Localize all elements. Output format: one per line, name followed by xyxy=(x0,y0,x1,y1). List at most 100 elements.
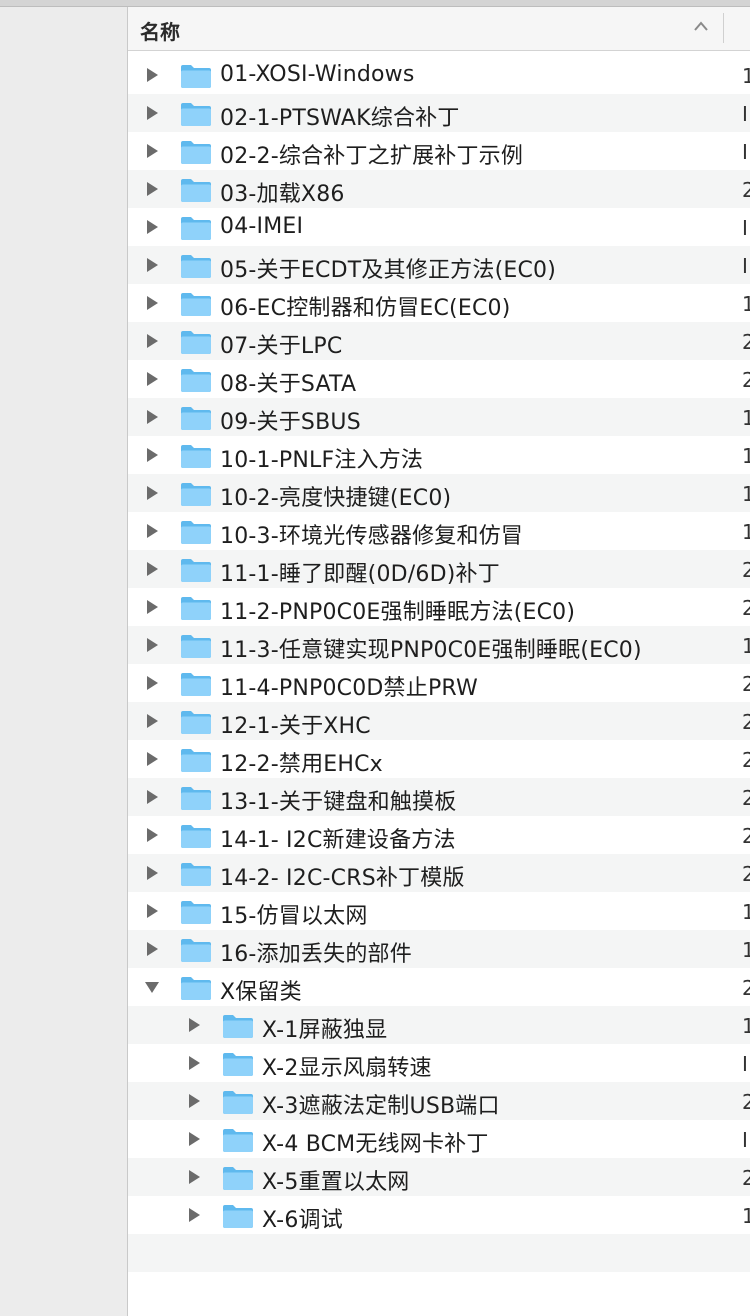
folder-row[interactable]: 10-2-亮度快捷键(EC0) 1 xyxy=(128,474,750,512)
folder-row[interactable]: 11-2-PNP0C0E强制睡眠方法(EC0) 2 xyxy=(128,588,750,626)
folder-row-child[interactable]: X-1屏蔽独显 1 xyxy=(128,1006,750,1044)
disclosure-collapsed-icon[interactable] xyxy=(187,1056,201,1070)
folder-row[interactable]: 05-关于ECDT及其修正方法(EC0) I xyxy=(128,246,750,284)
folder-row[interactable]: 11-1-睡了即醒(0D/6D)补丁 2 xyxy=(128,550,750,588)
disclosure-expanded-icon[interactable] xyxy=(145,980,159,994)
folder-row-child[interactable]: X-6调试 1 xyxy=(128,1196,750,1234)
folder-name: 09-关于SBUS xyxy=(220,410,361,435)
folder-row[interactable]: 06-EC控制器和仿冒EC(EC0) 1 xyxy=(128,284,750,322)
disclosure-collapsed-icon[interactable] xyxy=(145,942,159,956)
column-separator[interactable] xyxy=(723,13,724,43)
disclosure-collapsed-icon[interactable] xyxy=(145,448,159,462)
folder-row[interactable]: 09-关于SBUS 1 xyxy=(128,398,750,436)
folder-row[interactable]: 13-1-关于键盘和触摸板 2 xyxy=(128,778,750,816)
disclosure-collapsed-icon[interactable] xyxy=(145,752,159,766)
folder-row[interactable]: 15-仿冒以太网 1 xyxy=(128,892,750,930)
folder-icon xyxy=(223,1129,253,1152)
folder-row[interactable]: 10-1-PNLF注入方法 1 xyxy=(128,436,750,474)
folder-icon xyxy=(181,673,211,696)
disclosure-collapsed-icon[interactable] xyxy=(145,600,159,614)
folder-row[interactable]: 02-2-综合补丁之扩展补丁示例 I xyxy=(128,132,750,170)
date-modified-cell: 2 xyxy=(742,672,750,696)
disclosure-collapsed-icon[interactable] xyxy=(145,410,159,424)
folder-row[interactable]: X保留类 2 xyxy=(128,968,750,1006)
folder-row[interactable]: 12-1-关于XHC 2 xyxy=(128,702,750,740)
folder-row[interactable]: 02-1-PTSWAK综合补丁 I xyxy=(128,94,750,132)
folder-icon xyxy=(181,559,211,582)
disclosure-collapsed-icon[interactable] xyxy=(145,638,159,652)
folder-row[interactable]: 14-2- I2C-CRS补丁模版 2 xyxy=(128,854,750,892)
folder-name: 03-加载X86 xyxy=(220,182,345,207)
folder-icon xyxy=(181,901,211,924)
disclosure-collapsed-icon[interactable] xyxy=(145,828,159,842)
folder-icon xyxy=(181,331,211,354)
date-modified-cell: 2 xyxy=(742,330,750,354)
folder-row[interactable]: 03-加载X86 2 xyxy=(128,170,750,208)
disclosure-collapsed-icon[interactable] xyxy=(145,866,159,880)
folder-icon xyxy=(181,293,211,316)
folder-icon xyxy=(181,179,211,202)
disclosure-collapsed-icon[interactable] xyxy=(145,296,159,310)
folder-row[interactable]: 14-1- I2C新建设备方法 2 xyxy=(128,816,750,854)
folder-row[interactable]: 11-4-PNP0C0D禁止PRW 2 xyxy=(128,664,750,702)
disclosure-collapsed-icon[interactable] xyxy=(145,562,159,576)
folder-row[interactable]: 11-3-任意键实现PNP0C0E强制睡眠(EC0) 1 xyxy=(128,626,750,664)
disclosure-collapsed-icon[interactable] xyxy=(145,182,159,196)
disclosure-collapsed-icon[interactable] xyxy=(145,676,159,690)
sort-ascending-icon[interactable] xyxy=(694,21,708,31)
folder-icon xyxy=(223,1205,253,1228)
folder-row[interactable]: 16-添加丢失的部件 1 xyxy=(128,930,750,968)
disclosure-collapsed-icon[interactable] xyxy=(145,486,159,500)
folder-icon xyxy=(181,407,211,430)
folder-name: X-1屏蔽独显 xyxy=(262,1018,388,1043)
disclosure-collapsed-icon[interactable] xyxy=(145,904,159,918)
folder-row-child[interactable]: X-5重置以太网 2 xyxy=(128,1158,750,1196)
folder-row[interactable]: 04-IMEI I xyxy=(128,208,750,246)
disclosure-collapsed-icon[interactable] xyxy=(187,1018,201,1032)
disclosure-collapsed-icon[interactable] xyxy=(145,334,159,348)
folder-icon xyxy=(181,369,211,392)
folder-name: 01-XOSI-Windows xyxy=(220,62,415,87)
disclosure-collapsed-icon[interactable] xyxy=(145,220,159,234)
folder-icon xyxy=(181,825,211,848)
disclosure-collapsed-icon[interactable] xyxy=(145,524,159,538)
folder-row[interactable]: 08-关于SATA 2 xyxy=(128,360,750,398)
date-modified-cell: 2 xyxy=(742,1166,750,1190)
disclosure-collapsed-icon[interactable] xyxy=(145,372,159,386)
folder-row[interactable]: 10-3-环境光传感器修复和仿冒 1 xyxy=(128,512,750,550)
folder-name: 12-2-禁用EHCx xyxy=(220,752,383,777)
disclosure-collapsed-icon[interactable] xyxy=(187,1208,201,1222)
folder-name: 07-关于LPC xyxy=(220,334,343,359)
disclosure-collapsed-icon[interactable] xyxy=(187,1094,201,1108)
date-modified-cell: 1 xyxy=(742,520,750,544)
disclosure-collapsed-icon[interactable] xyxy=(187,1170,201,1184)
folder-name: 11-3-任意键实现PNP0C0E强制睡眠(EC0) xyxy=(220,638,642,663)
folder-name: X-2显示风扇转速 xyxy=(262,1056,432,1081)
name-column-header[interactable]: 名称 xyxy=(140,16,180,45)
folder-name: 15-仿冒以太网 xyxy=(220,904,368,929)
date-modified-cell: 1 xyxy=(742,406,750,430)
date-modified-cell: 1 xyxy=(742,1014,750,1038)
folder-icon xyxy=(181,749,211,772)
folder-row[interactable]: 12-2-禁用EHCx 2 xyxy=(128,740,750,778)
date-modified-cell: 2 xyxy=(742,710,750,734)
folder-name: 05-关于ECDT及其修正方法(EC0) xyxy=(220,258,556,283)
date-modified-cell: 1 xyxy=(742,938,750,962)
disclosure-collapsed-icon[interactable] xyxy=(145,258,159,272)
folder-row-child[interactable]: X-3遮蔽法定制USB端口 2 xyxy=(128,1082,750,1120)
folder-row-child[interactable]: X-4 BCM无线网卡补丁 I xyxy=(128,1120,750,1158)
disclosure-collapsed-icon[interactable] xyxy=(145,714,159,728)
disclosure-collapsed-icon[interactable] xyxy=(187,1132,201,1146)
folder-name: 11-4-PNP0C0D禁止PRW xyxy=(220,676,478,701)
folder-name: 14-2- I2C-CRS补丁模版 xyxy=(220,866,465,891)
folder-icon xyxy=(181,787,211,810)
folder-row[interactable]: 07-关于LPC 2 xyxy=(128,322,750,360)
column-header[interactable]: 名称 xyxy=(128,7,750,51)
disclosure-collapsed-icon[interactable] xyxy=(145,790,159,804)
folder-row[interactable]: 01-XOSI-Windows 1 xyxy=(128,56,750,94)
folder-name: 13-1-关于键盘和触摸板 xyxy=(220,790,457,815)
disclosure-collapsed-icon[interactable] xyxy=(145,106,159,120)
disclosure-collapsed-icon[interactable] xyxy=(145,144,159,158)
disclosure-collapsed-icon[interactable] xyxy=(145,68,159,82)
folder-row-child[interactable]: X-2显示风扇转速 I xyxy=(128,1044,750,1082)
